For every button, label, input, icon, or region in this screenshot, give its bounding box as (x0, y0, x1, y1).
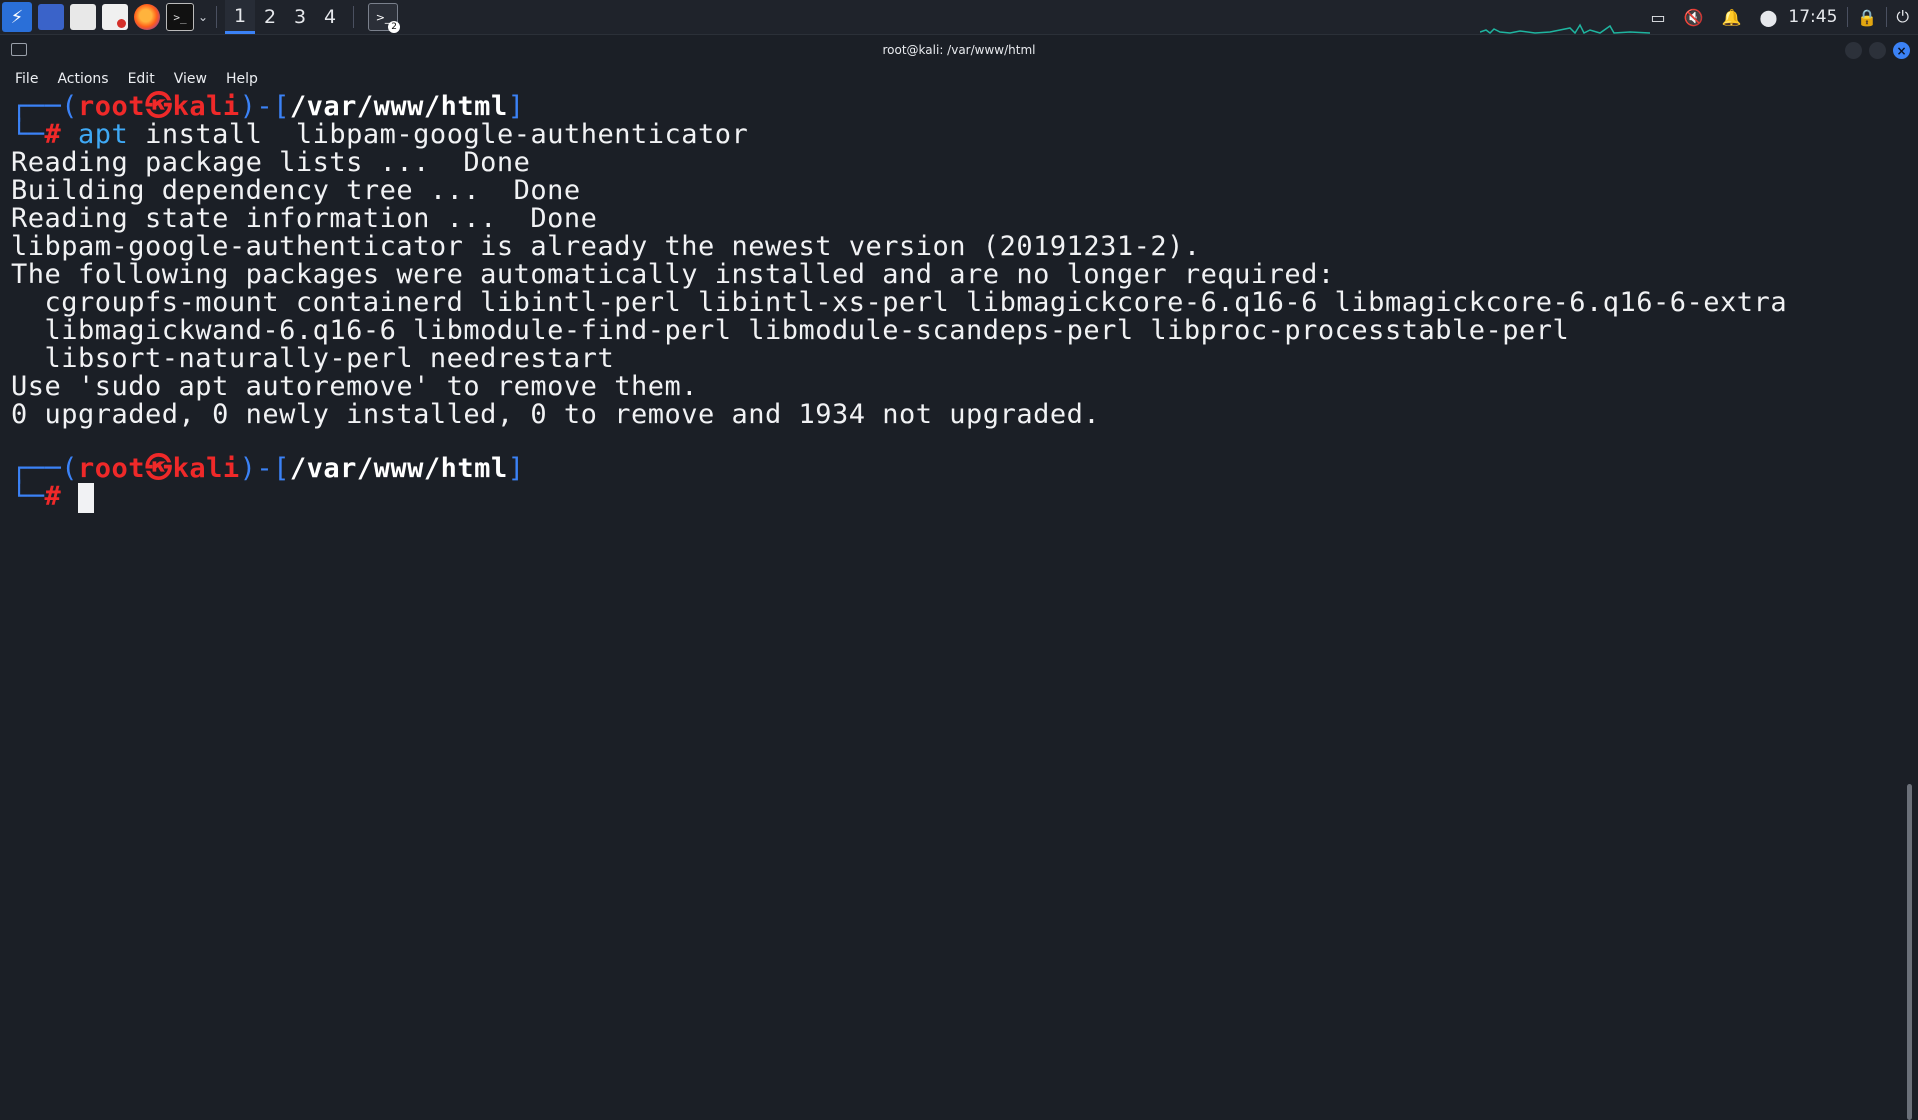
top-panel: ⚡ >_ ⌄ 1 2 3 4 >_ 2 ▭ 🔇 🔔 ⬤ 17:45 🔒 ⏻ (0, 0, 1918, 35)
show-desktop-icon[interactable] (38, 4, 64, 30)
menu-view[interactable]: View (174, 71, 207, 87)
tray-separator (1847, 7, 1849, 27)
firefox-icon[interactable] (134, 4, 160, 30)
output-line: 0 upgraded, 0 newly installed, 0 to remo… (11, 399, 1101, 430)
window-icon[interactable] (11, 43, 27, 56)
text-editor-icon[interactable] (102, 4, 128, 30)
system-tray: ▭ 🔇 🔔 ⬤ 17:45 🔒 ⏻ (1642, 0, 1918, 34)
text-cursor (78, 482, 95, 513)
menu-file[interactable]: File (15, 71, 38, 87)
kali-menu-icon[interactable]: ⚡ (2, 2, 32, 32)
prompt-host: kali (172, 453, 240, 484)
menu-help[interactable]: Help (226, 71, 258, 87)
close-icon: × (1896, 43, 1907, 58)
prompt-symbol: # (44, 481, 62, 512)
terminal-output[interactable]: ┌──(root㉿kali)-[/var/www/html] └─# apt i… (0, 91, 1912, 1120)
minimize-button[interactable] (1845, 42, 1862, 59)
workspace-1[interactable]: 1 (225, 0, 256, 34)
bell-icon[interactable]: 🔔 (1722, 8, 1742, 27)
update-icon[interactable]: ⬤ (1760, 8, 1778, 27)
workspace-2[interactable]: 2 (255, 0, 285, 34)
terminal-task-button[interactable]: >_ 2 (368, 3, 401, 33)
task-count-badge: 2 (388, 21, 401, 33)
terminal-task-icon: >_ (375, 10, 391, 24)
lock-icon[interactable]: 🔒 (1857, 8, 1877, 27)
terminal-scrollbar[interactable] (1907, 784, 1912, 1120)
panel-separator (353, 6, 355, 28)
menu-bar: File Actions Edit View Help (0, 66, 1918, 91)
network-graph (1480, 23, 1650, 34)
workspace-3[interactable]: 3 (285, 0, 315, 34)
prompt-path: /var/www/html (289, 453, 508, 484)
chevron-down-icon[interactable]: ⌄ (198, 10, 208, 24)
workspace-4[interactable]: 4 (315, 0, 345, 34)
close-button[interactable]: × (1893, 42, 1910, 59)
power-icon[interactable]: ⏻ (1896, 7, 1909, 27)
screen-icon[interactable]: ▭ (1651, 8, 1666, 27)
panel-separator (216, 6, 218, 28)
file-manager-icon[interactable] (70, 4, 96, 30)
window-titlebar[interactable]: root@kali: /var/www/html × (0, 35, 1918, 65)
maximize-button[interactable] (1869, 42, 1886, 59)
clock[interactable]: 17:45 (1788, 7, 1837, 27)
menu-edit[interactable]: Edit (128, 71, 155, 87)
input-line[interactable]: └─# (11, 480, 95, 514)
mute-icon[interactable]: 🔇 (1684, 8, 1704, 27)
window-title: root@kali: /var/www/html (882, 43, 1036, 57)
tray-separator (1886, 7, 1888, 27)
terminal-icon[interactable]: >_ (166, 3, 194, 31)
menu-actions[interactable]: Actions (57, 71, 108, 87)
